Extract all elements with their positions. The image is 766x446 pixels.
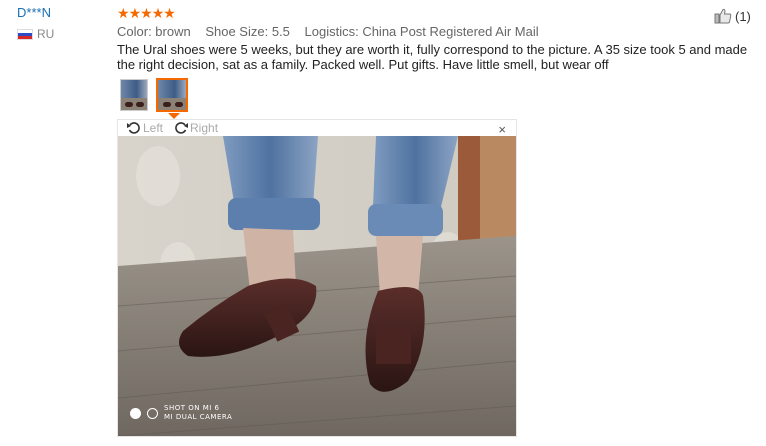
- order-attributes: Color: brown Shoe Size: 5.5 Logistics: C…: [117, 24, 550, 39]
- rotate-right-icon: [175, 122, 189, 134]
- country-code: RU: [37, 27, 55, 41]
- watermark-line-1: SHOT ON MI 6: [164, 404, 220, 412]
- attr-logistics: Logistics: China Post Registered Air Mai…: [304, 24, 539, 39]
- attr-color: Color: brown: [117, 24, 191, 39]
- watermark-line-2: MI DUAL CAMERA: [164, 413, 233, 421]
- star-icon: ★: [151, 5, 165, 21]
- rotate-left-button[interactable]: Left: [126, 121, 163, 135]
- review-photo-thumb-2[interactable]: [156, 78, 188, 112]
- reviewer-name: D***N: [17, 5, 51, 20]
- close-viewer-button[interactable]: ×: [498, 122, 506, 137]
- review-photo-thumb-1[interactable]: [120, 79, 148, 111]
- rotate-left-icon: [127, 122, 140, 134]
- review-text: The Ural shoes were 5 weeks, but they ar…: [117, 42, 748, 72]
- helpful-button[interactable]: (1): [714, 8, 751, 24]
- rotate-right-button[interactable]: Right: [173, 121, 218, 135]
- camera-watermark: SHOT ON MI 6 MI DUAL CAMERA: [130, 404, 232, 422]
- star-icon: ★: [117, 5, 130, 21]
- star-icon: ★: [128, 5, 142, 21]
- russia-flag-icon: [17, 28, 33, 40]
- reviewer-country: RU: [17, 27, 54, 41]
- attr-shoe-size: Shoe Size: 5.5: [205, 24, 290, 39]
- thumbs-up-icon: [714, 8, 732, 24]
- rotate-left-label: Left: [143, 121, 164, 135]
- star-rating: ★ ★ ★ ★ ★: [117, 5, 176, 21]
- star-icon: ★: [163, 5, 176, 21]
- photo-viewer: Left Right × SHOT ON MI 6 MI DUAL CAMERA: [117, 119, 517, 437]
- review-photo-large: SHOT ON MI 6 MI DUAL CAMERA: [118, 136, 516, 436]
- star-icon: ★: [140, 5, 153, 21]
- shoes-photo: [118, 136, 516, 436]
- review-thumbnails: [120, 78, 188, 112]
- rotate-right-label: Right: [190, 121, 219, 135]
- helpful-count: (1): [735, 8, 751, 24]
